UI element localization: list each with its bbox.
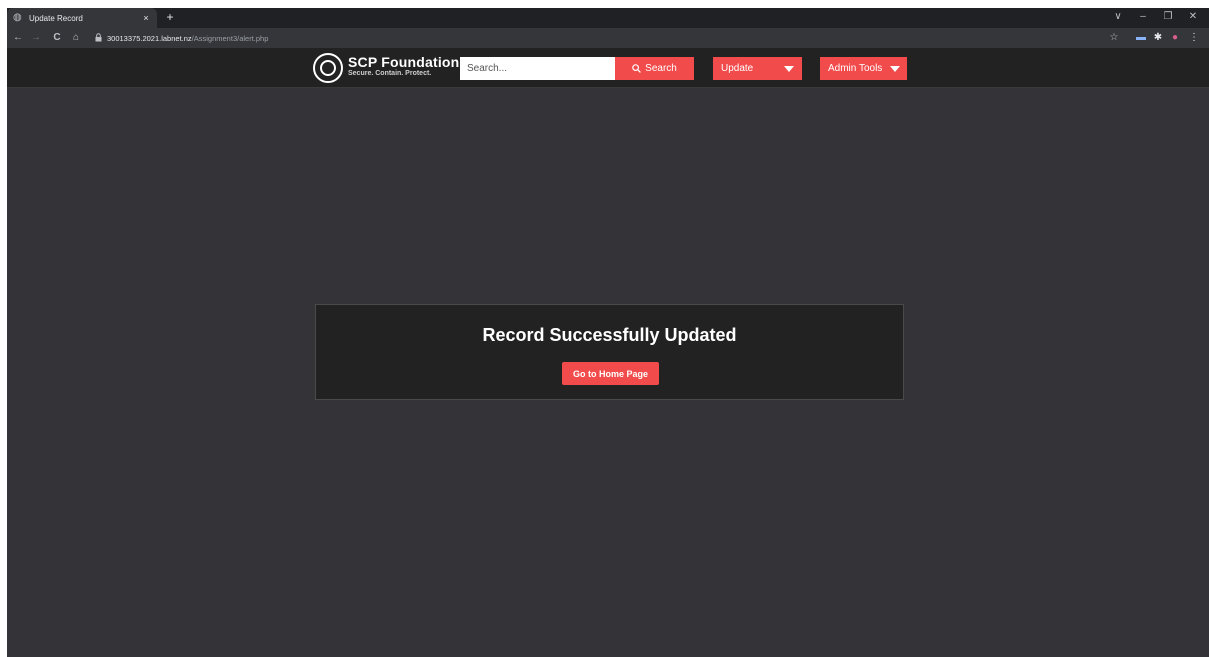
url-host: 30013375.2021.labnet.nz [107,33,192,43]
tab-search-icon[interactable]: ∨ [1110,11,1126,23]
star-icon[interactable]: ☆ [1107,31,1121,45]
alert-title: Record Successfully Updated [482,325,737,345]
back-icon[interactable]: ← [11,31,25,45]
update-dropdown-label: Update [721,63,754,74]
alert-box: Record Successfully Updated Go to Home P… [315,304,904,400]
caret-down-icon [784,66,794,72]
profile-icon[interactable]: ● [1168,31,1182,45]
caret-down-icon [890,66,900,72]
update-dropdown-button[interactable]: Update [713,57,802,80]
tab-close-icon[interactable]: × [139,13,153,23]
admin-tools-dropdown-button[interactable]: Admin Tools [820,57,907,80]
logo-inner-ring [320,60,336,76]
tab-update-record[interactable]: ◍ Update Record × [7,8,157,28]
page-content: SCP Foundation Secure. Contain. Protect.… [7,48,1209,657]
tab-strip: ◍ Update Record × + ∨ – ❐ ✕ [7,8,1209,28]
admin-tools-label: Admin Tools [828,63,883,74]
brand-tagline: Secure. Contain. Protect. [348,70,432,77]
search-button-label: Search [645,63,677,74]
tab-title: Update Record [29,13,83,23]
lock-icon[interactable] [95,33,103,43]
media-icon[interactable]: ▬ [1134,31,1148,45]
site-header: SCP Foundation Secure. Contain. Protect.… [7,48,1209,88]
new-tab-button[interactable]: + [163,10,177,24]
browser-window: ◍ Update Record × + ∨ – ❐ ✕ ← → C ⌂ 3001… [7,8,1209,657]
forward-icon[interactable]: → [29,31,43,45]
browser-toolbar: ← → C ⌂ 30013375.2021.labnet.nz /Assignm… [7,28,1209,48]
address-bar[interactable]: 30013375.2021.labnet.nz /Assignment3/ale… [91,30,1101,46]
extensions-icon[interactable]: ✱ [1151,31,1165,45]
reload-icon[interactable]: C [50,31,64,45]
scp-logo-icon[interactable] [313,53,343,83]
search-button[interactable]: Search [615,57,694,80]
minimize-button[interactable]: – [1135,11,1151,23]
search-icon [632,64,642,73]
globe-icon: ◍ [13,12,22,23]
restore-button[interactable]: ❐ [1160,11,1176,23]
menu-icon[interactable]: ⋮ [1187,31,1201,45]
close-window-button[interactable]: ✕ [1185,11,1201,23]
home-icon[interactable]: ⌂ [69,31,83,45]
brand-title[interactable]: SCP Foundation [348,54,459,70]
search-input[interactable] [460,57,615,80]
go-home-button[interactable]: Go to Home Page [562,362,659,385]
url-path: /Assignment3/alert.php [191,33,269,43]
